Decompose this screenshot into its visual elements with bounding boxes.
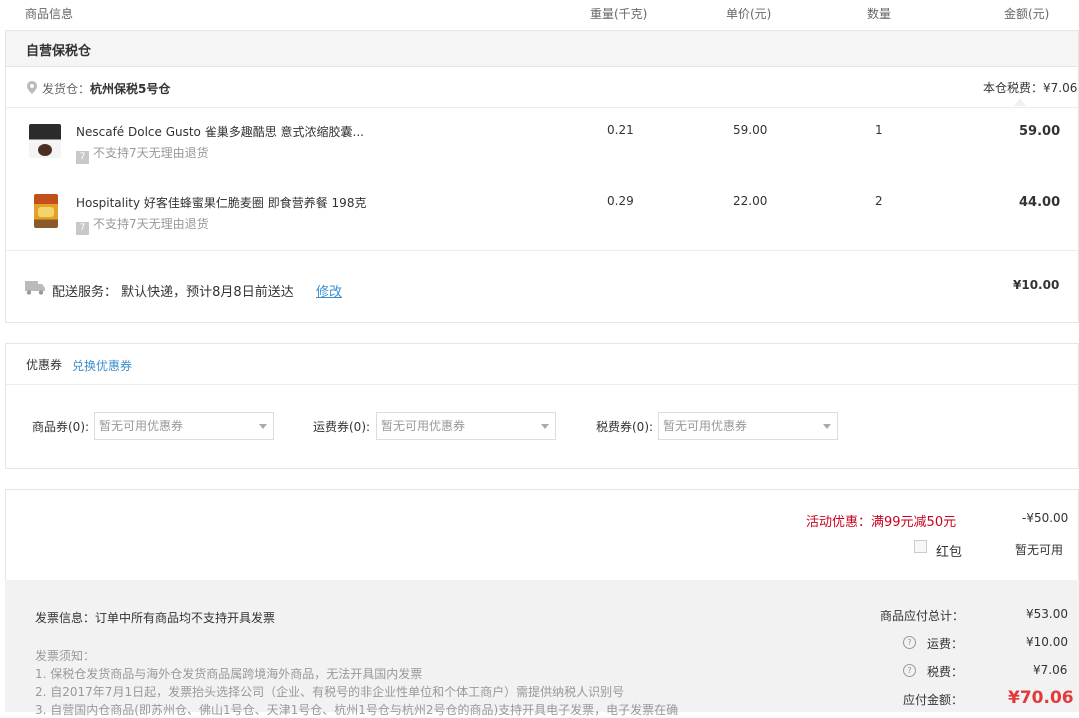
red-packet-value: 暂无可用 [1015, 543, 1064, 557]
tax-fee-label: 税费： [927, 665, 964, 679]
shipping-coupon-placeholder: 暂无可用优惠券 [381, 419, 466, 433]
location-pin-icon [27, 81, 37, 97]
invoice-notice-2: 2. 自2017年7月1日起，发票抬头选择公司（企业、有税号的非企业性单位和个体… [35, 685, 625, 699]
payable-value: ¥70.06 [1008, 688, 1074, 708]
truck-icon [25, 280, 46, 298]
divider [6, 107, 1078, 108]
cereal-box-icon [38, 207, 54, 217]
unit-price-1: 59.00 [733, 123, 768, 137]
tax-coupon-placeholder: 暂无可用优惠券 [663, 419, 748, 433]
shipping-coupon-label: 运费券(0): [313, 420, 371, 434]
divider [6, 250, 1078, 251]
shipping-fee-label: 运费： [927, 637, 964, 651]
delivery-label: 配送服务： [52, 285, 118, 300]
quantity-2: 2 [875, 194, 883, 208]
warehouse-tax-value: ¥7.06 [1043, 81, 1078, 95]
header-amount: 金额(元) [1004, 7, 1050, 21]
header-quantity: 数量 [867, 7, 892, 21]
product-thumbnail-2[interactable] [34, 194, 58, 228]
divider [6, 384, 1078, 385]
badge-7-icon: 7 [76, 151, 89, 164]
goods-total-value: ¥53.00 [1026, 607, 1068, 621]
warehouse-title-bar [5, 30, 1079, 67]
promotion-label: 活动优惠：满99元减50元 [806, 515, 957, 530]
delivery-modify-link[interactable]: 修改 [316, 281, 342, 300]
return-policy-2: 7 不支持7天无理由退货 [76, 215, 209, 235]
coffee-cup-icon [38, 144, 52, 156]
help-question-icon[interactable]: ? [903, 636, 916, 649]
invoice-notice-1: 1. 保税仓发货商品与海外仓发货商品属跨境海外商品，无法开具国内发票 [35, 667, 423, 681]
weight-1: 0.21 [607, 123, 634, 137]
amount-1: 59.00 [1019, 124, 1061, 139]
red-packet-label: 红包 [936, 545, 963, 560]
delivery-fee: ¥10.00 [1013, 278, 1060, 292]
promotion-value: -¥50.00 [1022, 511, 1069, 525]
unit-price-2: 22.00 [733, 194, 768, 208]
invoice-notice-3: 3. 自营国内仓商品(即苏州仓、佛山1号仓、天津1号仓、杭州1号仓与杭州2号仓的… [35, 703, 679, 717]
quantity-1: 1 [875, 123, 883, 137]
ship-from-value: 杭州保税5号仓 [90, 82, 171, 96]
amount-2: 44.00 [1019, 195, 1061, 210]
exchange-coupon-link[interactable]: 兑换优惠券 [72, 357, 132, 374]
goods-total-label: 商品应付总计： [880, 609, 965, 623]
return-policy-text-2: 不支持7天无理由退货 [93, 217, 209, 231]
goods-coupon-label: 商品券(0): [32, 420, 90, 434]
coupon-box [5, 343, 1079, 469]
product-name-1[interactable]: Nescafé Dolce Gusto 雀巢多趣酷思 意式浓缩胶囊... [76, 123, 364, 140]
red-packet-checkbox[interactable] [914, 540, 927, 553]
invoice-info: 发票信息：订单中所有商品均不支持开具发票 [35, 611, 276, 625]
header-unit-price: 单价(元) [726, 7, 772, 21]
weight-2: 0.29 [607, 194, 634, 208]
return-policy-text-1: 不支持7天无理由退货 [93, 146, 209, 160]
ship-from: 发货仓：杭州保税5号仓 [42, 80, 170, 97]
badge-7-icon: 7 [76, 222, 89, 235]
tax-pointer [1014, 98, 1026, 106]
shipping-coupon-select[interactable]: 暂无可用优惠券 [376, 412, 556, 440]
shipping-fee-value: ¥10.00 [1026, 635, 1068, 649]
chevron-down-icon [823, 424, 831, 429]
warehouse-tax-label: 本仓税费： [983, 81, 1044, 95]
goods-coupon-placeholder: 暂无可用优惠券 [99, 419, 184, 433]
product-name-2[interactable]: Hospitality 好客佳蜂蜜果仁脆麦圈 即食营养餐 198克 [76, 194, 366, 211]
tax-fee-value: ¥7.06 [1033, 663, 1068, 677]
delivery-service: 配送服务： 默认快递，预计8月8日前送达 [52, 281, 294, 300]
tax-coupon-select[interactable]: 暂无可用优惠券 [658, 412, 838, 440]
warehouse-tax: 本仓税费：¥7.06 [983, 79, 1077, 96]
product-thumbnail-1[interactable] [29, 124, 61, 158]
header-product-info: 商品信息 [25, 7, 74, 21]
return-policy-1: 7 不支持7天无理由退货 [76, 144, 209, 164]
header-weight: 重量(千克) [590, 7, 648, 21]
ship-from-label: 发货仓： [42, 82, 91, 96]
help-question-icon[interactable]: ? [903, 664, 916, 677]
coupon-title: 优惠券 [26, 358, 63, 372]
delivery-value: 默认快递，预计8月8日前送达 [121, 285, 294, 300]
warehouse-title: 自营保税仓 [26, 44, 92, 59]
invoice-notice-title: 发票须知： [35, 649, 96, 663]
goods-coupon-select[interactable]: 暂无可用优惠券 [94, 412, 274, 440]
chevron-down-icon [259, 424, 267, 429]
payable-label: 应付金额： [903, 693, 964, 707]
chevron-down-icon [541, 424, 549, 429]
tax-coupon-label: 税费券(0): [596, 420, 654, 434]
